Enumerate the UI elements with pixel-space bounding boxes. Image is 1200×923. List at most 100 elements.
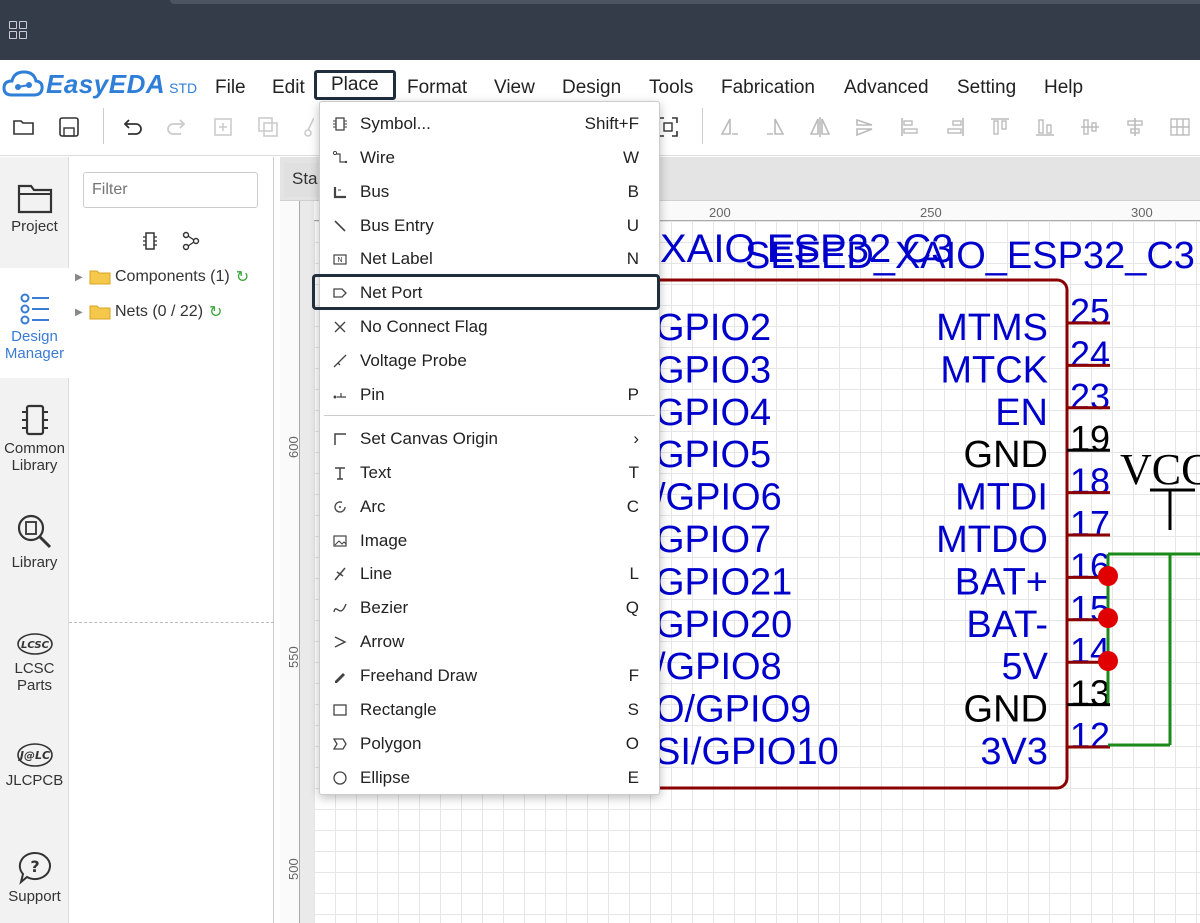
copy-icon[interactable] <box>255 114 281 140</box>
menu-tools[interactable]: Tools <box>649 76 693 100</box>
menu-place[interactable]: Place <box>314 70 396 100</box>
refresh-icon[interactable]: ↻ <box>236 267 249 287</box>
place-menu-item-bus[interactable]: Bus B <box>320 175 659 209</box>
tree-nets[interactable]: ▶ Nets (0 / 22) ↻ <box>75 301 222 323</box>
junction-dot[interactable] <box>1098 651 1118 671</box>
place-menu-item-label: Pin <box>360 385 385 404</box>
place-menu-dropdown: Symbol... Shift+F Wire W Bus B Bus Entry U N Net … <box>312 101 660 795</box>
place-menu-item-ellipse[interactable]: Ellipse E <box>320 761 659 795</box>
symbol-icon <box>333 117 347 131</box>
place-menu-item-shortcut: B <box>627 182 639 201</box>
rotate-left-icon[interactable] <box>717 114 743 140</box>
ruler-top-label: 300 <box>1131 205 1153 220</box>
align-left-icon[interactable] <box>897 114 923 140</box>
align-right-icon[interactable] <box>942 114 968 140</box>
rail-jlcpcb-label: JLCPCB <box>5 772 64 789</box>
place-menu-item-text[interactable]: Text T <box>320 456 659 490</box>
junction-dot[interactable] <box>1098 566 1118 586</box>
flip-vertical-icon[interactable] <box>852 114 878 140</box>
grid-distribute-icon[interactable] <box>1167 114 1193 140</box>
junction-dot[interactable] <box>1098 608 1118 628</box>
menu-edit[interactable]: Edit <box>272 76 305 100</box>
menu-help[interactable]: Help <box>1044 76 1083 100</box>
place-menu-item-wire[interactable]: Wire W <box>320 141 659 175</box>
place-menu-item-net-port[interactable]: Net Port <box>312 274 660 310</box>
place-menu-item-line[interactable]: Line L <box>320 557 659 591</box>
place-menu-item-shortcut: P <box>627 385 639 404</box>
rail-lcsc-parts-label: LCSC Parts <box>14 660 55 694</box>
place-menu-item-shortcut: L <box>629 564 639 583</box>
place-menu-item-rectangle[interactable]: Rectangle S <box>320 693 659 727</box>
place-menu-item-polygon[interactable]: Polygon O <box>320 727 659 761</box>
rail-lcsc-parts[interactable]: LCSC LCSC Parts <box>0 630 69 694</box>
place-menu-item-arrow[interactable]: Arrow <box>320 625 659 659</box>
place-menu-item-pin[interactable]: Pin P <box>320 378 659 412</box>
place-menu-item-voltage-probe[interactable]: Voltage Probe <box>320 344 659 378</box>
menu-view[interactable]: View <box>494 76 535 100</box>
arc-icon <box>334 501 346 513</box>
polygon-icon <box>332 738 347 750</box>
place-menu-item-no-connect-flag[interactable]: No Connect Flag <box>320 310 659 344</box>
right-pin-number: 25 <box>1070 291 1110 332</box>
place-menu-item-image[interactable]: Image <box>320 524 659 558</box>
align-bottom-icon[interactable] <box>1032 114 1058 140</box>
place-menu-item-symbol[interactable]: Symbol... Shift+F <box>320 107 659 141</box>
components-view-icon[interactable] <box>141 231 159 251</box>
expand-arrow-icon[interactable]: ▶ <box>75 307 89 318</box>
svg-text:N: N <box>337 256 342 264</box>
menu-file[interactable]: File <box>215 76 246 100</box>
place-menu-item-bus-entry[interactable]: Bus Entry U <box>320 209 659 243</box>
folder-icon <box>17 184 52 214</box>
right-pin-number: 12 <box>1070 715 1110 756</box>
place-menu-item-label: Net Port <box>360 283 423 302</box>
align-top-icon[interactable] <box>987 114 1013 140</box>
filter-input[interactable] <box>83 172 258 208</box>
menu-advanced[interactable]: Advanced <box>844 76 929 100</box>
place-menu-item-label: Bus Entry <box>360 216 434 235</box>
refresh-icon[interactable]: ↻ <box>209 302 222 322</box>
save-icon[interactable] <box>56 114 82 140</box>
menu-design[interactable]: Design <box>562 76 621 100</box>
place-menu-item-freehand-draw[interactable]: Freehand Draw F <box>320 659 659 693</box>
tree-components[interactable]: ▶ Components (1) ↻ <box>75 266 249 288</box>
apps-grid-icon[interactable] <box>9 21 27 39</box>
left-pin-name: GPIO7 <box>655 519 771 561</box>
rail-common-library[interactable]: Common Library <box>0 402 69 474</box>
place-menu-item-arc[interactable]: Arc C <box>320 490 659 524</box>
menu-setting[interactable]: Setting <box>957 76 1016 100</box>
net-label-icon: N <box>333 254 347 265</box>
menu-fabrication[interactable]: Fabrication <box>721 76 815 100</box>
zoom-in-icon[interactable] <box>210 114 236 140</box>
left-pin-name: O/GPIO9 <box>655 689 811 731</box>
rail-jlcpcb[interactable]: J@LC JLCPCB <box>0 740 69 789</box>
rail-project[interactable]: Project <box>0 180 69 235</box>
ruler-left-label: 500 <box>286 858 301 880</box>
redo-icon[interactable] <box>164 114 190 140</box>
place-menu-item-label: Polygon <box>360 734 422 753</box>
align-center-horizontal-icon[interactable] <box>1122 114 1148 140</box>
place-menu-item-bezier[interactable]: Bezier Q <box>320 591 659 625</box>
expand-arrow-icon[interactable]: ▶ <box>75 272 89 283</box>
rail-library-label: Library <box>11 554 58 571</box>
rotate-right-icon[interactable] <box>762 114 788 140</box>
place-menu-item-set-canvas-origin[interactable]: Set Canvas Origin › <box>320 422 659 456</box>
rail-support[interactable]: ? Support <box>0 850 69 905</box>
ruler-left <box>280 201 300 923</box>
place-menu-item-label: Bezier <box>360 598 409 617</box>
cut-icon[interactable] <box>300 114 314 140</box>
open-folder-icon[interactable] <box>11 114 37 140</box>
left-pin-name: GPIO5 <box>655 434 771 476</box>
right-pin-number: 23 <box>1070 376 1110 417</box>
rail-design-manager[interactable]: Design Manager <box>0 268 69 378</box>
align-center-vertical-icon[interactable] <box>1077 114 1103 140</box>
place-menu-item-shortcut: O <box>625 734 639 753</box>
nets-view-icon[interactable] <box>181 231 201 251</box>
flip-horizontal-icon[interactable] <box>807 114 833 140</box>
menu-format[interactable]: Format <box>407 76 467 100</box>
undo-icon[interactable] <box>119 114 145 140</box>
panel-divider[interactable] <box>69 622 274 627</box>
bezier-icon <box>333 603 347 613</box>
place-menu-item-shortcut: F <box>628 666 639 685</box>
rail-library[interactable]: Library <box>0 512 69 571</box>
place-menu-item-net-label[interactable]: N Net Label N <box>320 242 659 276</box>
